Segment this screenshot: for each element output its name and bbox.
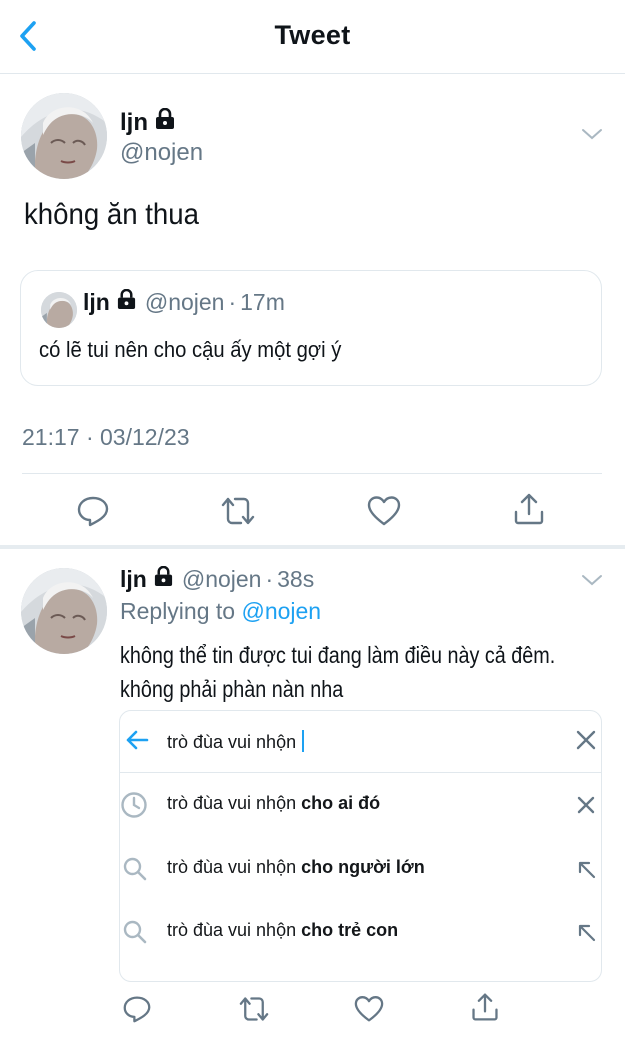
reply-options-button[interactable] — [580, 572, 604, 593]
search-query: trò đùa vui nhộn — [167, 732, 297, 752]
lock-icon — [153, 565, 174, 593]
tweet-text: không ăn thua — [24, 198, 199, 231]
comment-icon — [77, 496, 109, 527]
search-icon — [122, 856, 148, 887]
retweet-icon — [239, 997, 269, 1021]
suggestion-item[interactable]: trò đùa vui nhộn cho trẻ con — [120, 900, 601, 962]
suggestion-item[interactable]: trò đùa vui nhộn cho ai đó — [120, 773, 601, 835]
reply-time: 38s — [277, 566, 315, 592]
reply-like-button[interactable] — [354, 995, 384, 1028]
replying-to: Replying to @nojen — [120, 598, 321, 625]
lock-icon — [116, 288, 137, 316]
quoted-time: 17m — [240, 289, 285, 315]
top-bar: Tweet — [0, 0, 625, 74]
like-button[interactable] — [367, 495, 401, 532]
reply-text: không thể tin được tui đang làm điều này… — [120, 638, 556, 706]
reply-reply-button[interactable] — [122, 995, 152, 1028]
heart-icon — [367, 496, 401, 526]
arrow-up-left-icon — [578, 924, 596, 942]
replying-to-mention[interactable]: @nojen — [241, 598, 321, 624]
reply-header: ljn @nojen · 38s — [120, 565, 315, 593]
reply-display-name[interactable]: ljn — [120, 566, 147, 593]
reply-retweet-button[interactable] — [237, 995, 271, 1028]
reply-text-line-2: không phải phàn nàn nha — [120, 676, 344, 702]
quoted-header: ljn @nojen · 17m — [83, 288, 285, 316]
text-cursor — [302, 730, 305, 752]
suggestion-item[interactable]: trò đùa vui nhộn cho người lớn — [120, 837, 601, 899]
separator-dot: · — [228, 289, 237, 315]
suggestion-text: trò đùa vui nhộn cho người lớn — [167, 857, 425, 877]
avatar-image — [21, 568, 107, 654]
clear-search-button[interactable] — [574, 728, 598, 757]
reply-text-line-1: không thể tin được tui đang làm điều này… — [120, 642, 556, 668]
reply-share-button[interactable] — [470, 992, 500, 1027]
suggestion-text: trò đùa vui nhộn cho trẻ con — [167, 920, 399, 940]
author-display-name: ljn — [120, 108, 148, 136]
page-title: Tweet — [274, 20, 351, 50]
avatar[interactable] — [21, 93, 107, 179]
fill-suggestion-button[interactable] — [576, 859, 598, 886]
close-icon — [577, 796, 595, 814]
divider — [22, 473, 602, 474]
reply-avatar[interactable] — [21, 568, 107, 654]
quoted-text: có lẽ tui nên cho cậu ấy một gợi ý — [39, 337, 342, 362]
comment-icon — [123, 996, 151, 1023]
arrow-up-left-icon — [578, 861, 596, 879]
close-icon — [576, 730, 596, 750]
search-suggestions-box: trò đùa vui nhộn trò đùa vui nhộn cho ai… — [119, 710, 602, 982]
retweet-button[interactable] — [219, 495, 257, 532]
quoted-display-name: ljn — [83, 289, 110, 315]
share-icon — [472, 993, 498, 1021]
retweet-icon — [221, 497, 255, 525]
replying-to-label: Replying to — [120, 598, 236, 624]
separator-dot: · — [265, 566, 274, 592]
share-button[interactable] — [512, 492, 546, 531]
chevron-down-icon — [582, 129, 602, 140]
clock-icon — [120, 791, 148, 824]
author-name[interactable]: ljn — [120, 107, 176, 137]
section-separator — [0, 545, 625, 549]
arrow-left-icon — [126, 730, 149, 750]
quoted-handle: @nojen — [144, 289, 225, 315]
remove-suggestion-button[interactable] — [576, 795, 596, 820]
search-input-row[interactable]: trò đùa vui nhộn — [120, 711, 601, 773]
back-arrow-button[interactable] — [124, 728, 150, 757]
search-icon — [122, 919, 148, 950]
quoted-tweet[interactable]: ljn @nojen · 17m có lẽ tui nên cho cậu ấ… — [20, 270, 602, 386]
reply-button[interactable] — [76, 495, 110, 532]
lock-icon — [154, 107, 176, 137]
quoted-avatar — [41, 292, 77, 328]
fill-suggestion-button[interactable] — [576, 922, 598, 949]
author-handle[interactable]: @nojen — [120, 139, 203, 167]
heart-icon — [354, 996, 384, 1022]
search-input[interactable]: trò đùa vui nhộn — [167, 730, 305, 753]
reply-handle[interactable]: @nojen — [182, 566, 262, 593]
suggestion-text: trò đùa vui nhộn cho ai đó — [167, 793, 381, 813]
quoted-avatar-image — [41, 292, 77, 328]
tweet-options-button[interactable] — [580, 126, 604, 147]
tweet-timestamp[interactable]: 21:17 · 03/12/23 — [22, 424, 190, 451]
share-icon — [514, 493, 544, 525]
chevron-down-icon — [582, 575, 602, 586]
avatar-image — [21, 93, 107, 179]
